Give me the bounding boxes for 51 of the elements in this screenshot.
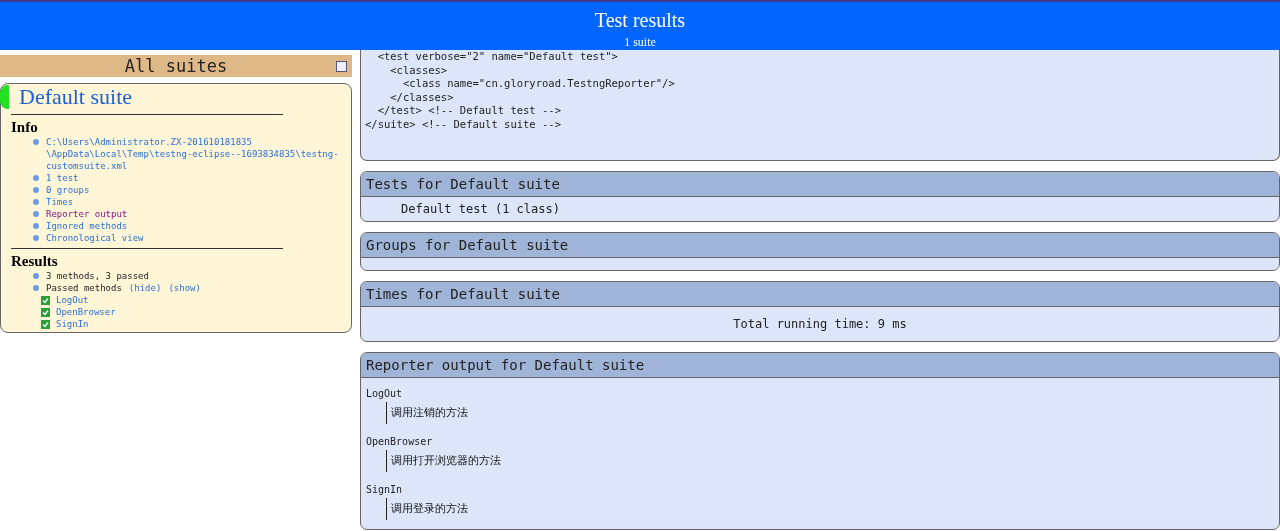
method-link[interactable]: LogOut — [56, 294, 89, 306]
info-link[interactable]: 1 test — [46, 172, 79, 184]
test-entry: Default test (1 class) — [401, 201, 560, 218]
collapse-icon[interactable] — [336, 61, 347, 72]
bullet-icon — [33, 199, 39, 205]
bullet-icon — [33, 139, 39, 145]
info-link[interactable]: Times — [46, 196, 74, 208]
bullet-icon — [33, 187, 39, 193]
section-heading: Info — [11, 119, 38, 136]
code-line: <class name="cn.gloryroad.TestngReporter"/> — [401, 77, 676, 91]
hide-link[interactable]: (hide) — [128, 282, 162, 294]
panel-header: Groups for Default suite — [361, 233, 1279, 258]
reporter-message: 调用打开浏览器的方法 — [386, 450, 1274, 472]
bullet-icon — [33, 211, 39, 217]
bullet-icon — [33, 273, 39, 279]
page-title: Test results — [594, 8, 686, 32]
total-time: Total running time: 9 ms — [732, 316, 908, 333]
info-link[interactable]: 0 groups — [46, 184, 90, 196]
code-line: </suite> <!-- Default suite --> — [365, 117, 562, 131]
method-name: OpenBrowser — [366, 435, 433, 448]
passed-label: Passed methods — [46, 282, 122, 294]
method-name: LogOut — [366, 387, 403, 400]
code-line: </classes> — [389, 90, 455, 104]
panel-header: Tests for Default suite — [361, 172, 1279, 197]
results-summary: 3 methods, 3 passed — [46, 270, 149, 282]
checkbox[interactable] — [41, 319, 50, 329]
info-link[interactable]: Chronological view — [46, 232, 144, 244]
reporter-message: 调用登录的方法 — [386, 498, 1274, 520]
code-line: <test verbose="2" name="Default test"> — [376, 50, 619, 64]
info-link[interactable]: C:\Users\Administrator.ZX-201610181835 \AppData\Local\Temp\testng-eclipse--1693834835\testng- customsuite.xml — [46, 136, 339, 172]
code-line: </test> <!-- Default test --> — [376, 104, 562, 118]
suite-name: Default suite — [19, 84, 133, 110]
checkbox[interactable] — [41, 295, 50, 305]
code-line: <classes> — [389, 63, 449, 77]
info-link[interactable]: Ignored methods — [46, 220, 128, 232]
suite-count: 1 suite — [624, 35, 656, 49]
bullet-icon — [33, 285, 39, 291]
suites-title-bar: All suites — [0, 55, 352, 77]
method-link[interactable]: SignIn — [56, 318, 89, 330]
reporter-message: 调用注销的方法 — [386, 402, 1274, 424]
panel-header: Reporter output for Default suite — [361, 353, 1279, 378]
bullet-icon — [33, 175, 39, 181]
section-heading: Results — [11, 253, 58, 270]
info-link[interactable]: Reporter output — [46, 208, 128, 220]
method-name: SignIn — [366, 483, 403, 496]
bullet-icon — [33, 235, 39, 241]
method-link[interactable]: OpenBrowser — [56, 306, 116, 318]
show-link[interactable]: (show) — [168, 282, 201, 294]
bullet-icon — [33, 223, 39, 229]
checkbox[interactable] — [41, 307, 50, 317]
panel-header: Times for Default suite — [361, 282, 1279, 307]
